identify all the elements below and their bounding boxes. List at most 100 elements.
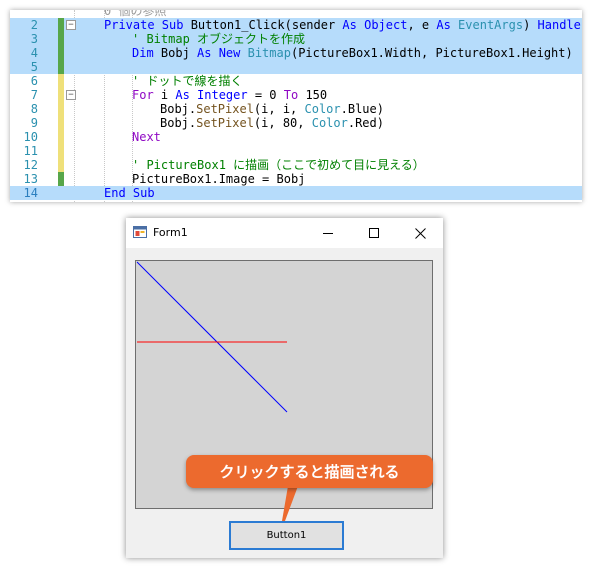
change-marker (58, 18, 64, 32)
code-token: 0 個の参照 (104, 10, 167, 18)
code-text: End Sub (104, 186, 155, 200)
code-line-9[interactable]: 9 Bobj.SetPixel(i, 80, Color.Red) (10, 116, 582, 130)
code-token: ) (523, 18, 538, 32)
title-bar[interactable]: Form1 (126, 218, 443, 248)
code-editor[interactable]: 0 個の参照 2 − Private Sub Button1_Click(sen… (10, 10, 582, 202)
code-token: Button1_Click(sender (190, 18, 343, 32)
line-number: 3 (30, 32, 38, 46)
code-line-2[interactable]: 2 − Private Sub Button1_Click(sender As … (10, 18, 582, 32)
code-token: PictureBox1.Image = Bobj (132, 172, 306, 186)
code-text: Private Sub Button1_Click(sender As Obje… (104, 18, 582, 32)
code-token: As Integer (175, 88, 255, 102)
code-token: Bitmap (247, 46, 291, 60)
code-text: For i As Integer = 0 To 150 (132, 88, 327, 102)
code-text: ' ドットで線を描く (132, 74, 242, 88)
code-token: Bobj (160, 46, 198, 60)
code-token: Handles (537, 18, 582, 32)
change-marker (58, 60, 64, 74)
maximize-button[interactable] (351, 218, 397, 248)
code-token: ' Bitmap オブジェクトを作成 (132, 32, 306, 46)
code-token: 150 (305, 88, 328, 102)
code-token: Color (311, 116, 348, 130)
line-number: 13 (23, 172, 38, 186)
code-text: Dim Bobj As New Bitmap(PictureBox1.Width… (132, 46, 573, 60)
change-marker (58, 130, 64, 144)
code-line-3[interactable]: 3 ' Bitmap オブジェクトを作成 (10, 32, 582, 46)
code-token: For (132, 88, 161, 102)
code-line-14[interactable]: 14 End Sub (10, 186, 582, 200)
line-number: 2 (30, 18, 38, 32)
close-button[interactable] (397, 218, 443, 248)
code-text: ' Bitmap オブジェクトを作成 (132, 32, 305, 46)
line-number: 6 (30, 74, 38, 88)
change-marker (58, 88, 64, 102)
line-number: 11 (23, 144, 38, 158)
form-app-icon (133, 226, 147, 238)
code-token: (i, i, (253, 102, 305, 116)
code-token: To (283, 88, 306, 102)
code-token: Private Sub (104, 18, 191, 32)
change-marker (58, 32, 64, 46)
code-token: Bobj. (160, 102, 197, 116)
code-text: ' PictureBox1 に描画（ここで初めて目に見える） (132, 158, 425, 172)
button1[interactable]: Button1 (229, 521, 344, 550)
change-marker (58, 102, 64, 116)
code-line-11[interactable]: 11 (10, 144, 582, 158)
minimize-icon (323, 233, 333, 234)
code-token: .Red) (347, 116, 384, 130)
code-token: EventArgs (458, 18, 524, 32)
code-token: .Blue) (340, 102, 384, 116)
code-token: SetPixel (196, 116, 254, 130)
change-marker (58, 172, 64, 186)
code-line-references: 0 個の参照 (10, 10, 582, 18)
code-text: PictureBox1.Image = Bobj (132, 172, 305, 186)
collapse-icon[interactable]: − (66, 90, 76, 100)
line-number: 10 (23, 130, 38, 144)
code-token: As (436, 18, 459, 32)
code-text: Bobj.SetPixel(i, i, Color.Blue) (160, 102, 384, 116)
code-token: As New (197, 46, 248, 60)
line-number: 9 (30, 116, 38, 130)
blue-pixel-line (136, 261, 288, 413)
line-number: 14 (23, 186, 38, 200)
code-line-6[interactable]: 6 ' ドットで線を描く (10, 74, 582, 88)
code-token: Color (304, 102, 341, 116)
callout-pointer (282, 486, 298, 521)
change-marker (58, 74, 64, 88)
change-marker (58, 46, 64, 60)
code-line-10[interactable]: 10 Next (10, 130, 582, 144)
line-number: 8 (30, 102, 38, 116)
code-token: ' ドットで線を描く (132, 74, 243, 88)
maximize-icon (369, 228, 379, 238)
code-token: , e (407, 18, 437, 32)
code-token: SetPixel (196, 102, 254, 116)
collapse-icon[interactable]: − (66, 20, 76, 30)
code-token: As Object (342, 18, 408, 32)
code-line-5[interactable]: 5 (10, 60, 582, 74)
code-line-4[interactable]: 4 Dim Bobj As New Bitmap(PictureBox1.Wid… (10, 46, 582, 60)
change-marker (58, 144, 64, 158)
code-token: i (160, 88, 176, 102)
line-number: 12 (23, 158, 38, 172)
line-number: 5 (30, 60, 38, 74)
close-icon (414, 227, 426, 239)
code-line-7[interactable]: 7 − For i As Integer = 0 To 150 (10, 88, 582, 102)
line-number: 4 (30, 46, 38, 60)
window-title: Form1 (153, 226, 188, 239)
code-line-13[interactable]: 13 PictureBox1.Image = Bobj (10, 172, 582, 186)
minimize-button[interactable] (305, 218, 351, 248)
line-number: 7 (30, 88, 38, 102)
code-token: End Sub (104, 186, 155, 200)
code-token: ' PictureBox1 に描画（ここで初めて目に見える） (132, 158, 425, 172)
code-token: Next (132, 130, 161, 144)
code-token: (PictureBox1.Width, PictureBox1.Height) (290, 46, 573, 60)
code-text: Next (132, 130, 161, 144)
callout-label: クリックすると描画される (186, 455, 433, 488)
change-marker (58, 116, 64, 130)
code-token: Bobj. (160, 116, 197, 130)
code-line-8[interactable]: 8 Bobj.SetPixel(i, i, Color.Blue) (10, 102, 582, 116)
change-marker (58, 158, 64, 172)
code-text: Bobj.SetPixel(i, 80, Color.Red) (160, 116, 384, 130)
code-token: = 0 (254, 88, 284, 102)
code-line-12[interactable]: 12 ' PictureBox1 に描画（ここで初めて目に見える） (10, 158, 582, 172)
